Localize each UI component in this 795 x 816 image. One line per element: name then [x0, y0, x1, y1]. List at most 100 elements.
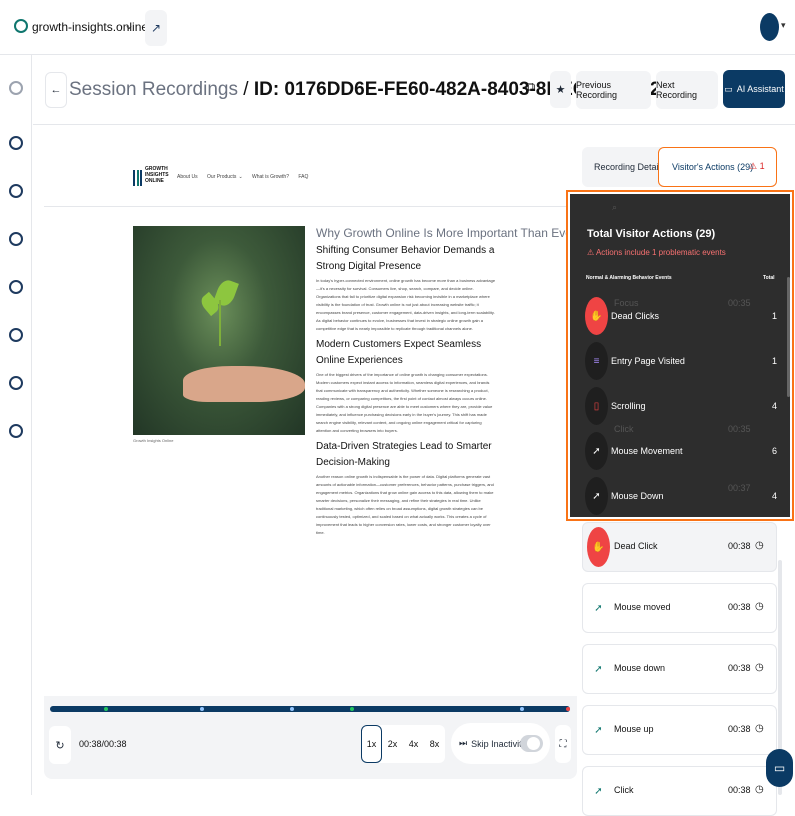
article-heading: Shifting Consumer Behavior Demands a Str… — [316, 245, 495, 272]
entry-page-icon: ≡ — [585, 342, 608, 380]
chevron-down-icon[interactable]: ⌄ — [124, 18, 134, 32]
timeline-event-marker[interactable] — [566, 707, 570, 711]
timeline-event-marker[interactable] — [200, 707, 204, 711]
summary-row: ➚ Mouse Down 4 — [585, 477, 785, 515]
timeline-event-marker[interactable] — [104, 707, 108, 711]
article-paragraph: One of the biggest drivers of the import… — [316, 372, 493, 433]
player-controls: ↻ 00:38/00:38 1x 2x 4x 8x ⏭ Skip Inactiv… — [44, 696, 577, 779]
open-external-button[interactable]: ↗ — [145, 10, 167, 46]
tab-visitors-actions[interactable]: Visitor's Actions (29) ⚠ 1 — [658, 147, 777, 187]
fullscreen-button[interactable]: ⛶ — [555, 725, 571, 763]
speed-1x[interactable]: 1x — [361, 725, 382, 763]
star-button[interactable]: ★ — [550, 71, 571, 108]
avatar[interactable] — [760, 13, 779, 41]
clock-icon[interactable]: ◷ — [755, 662, 764, 673]
list-item[interactable]: ✋ Dead Click 00:38 ◷ — [582, 522, 777, 572]
next-recording-button[interactable]: Next Recording — [656, 71, 718, 109]
action-time: 00:38 — [728, 663, 751, 673]
heatmap-icon[interactable] — [9, 232, 23, 246]
column-header-type: Normal & Alarming Behavior Events — [586, 275, 672, 281]
click-icon: ➚ — [594, 785, 603, 797]
mouse-down-icon: ➚ — [594, 663, 603, 675]
action-label: Click — [614, 785, 634, 795]
skip-inactivity-label: Skip Inactivity — [471, 738, 527, 749]
alert-icon: ⚠ — [587, 248, 596, 257]
article-kicker: Why Growth Online Is More Important Than… — [316, 226, 576, 240]
chevron-down-icon: ⌄ — [238, 174, 245, 180]
left-sidebar — [0, 55, 32, 795]
speed-selector: 1x 2x 4x 8x — [361, 725, 445, 763]
gear-icon[interactable] — [9, 424, 23, 438]
ai-assistant-label: AI Assistant — [736, 84, 784, 94]
site-nav-item: FAQ — [298, 174, 309, 180]
photo-caption: Growth Insights Online — [133, 438, 174, 443]
arrow-left-icon: ← — [50, 84, 62, 96]
playback-time: 00:38/00:38 — [79, 739, 127, 749]
dashboard-icon[interactable] — [9, 136, 23, 150]
summary-label: Mouse Down — [611, 491, 664, 501]
speed-4x[interactable]: 4x — [403, 725, 424, 763]
list-item[interactable]: ➚ Mouse moved 00:38 ◷ — [582, 583, 777, 633]
mouse-up-icon: ➚ — [594, 724, 603, 736]
speed-2x[interactable]: 2x — [382, 725, 403, 763]
action-label: Mouse down — [614, 663, 666, 673]
shield-icon[interactable] — [9, 376, 23, 390]
recording-viewer[interactable]: GROWTH INSIGHTS ONLINE About Us Our Prod… — [44, 140, 577, 697]
site-nav-item: About Us — [177, 174, 198, 180]
action-time: 00:38 — [728, 602, 751, 612]
popup-scrollbar[interactable] — [787, 277, 790, 397]
star-icon: ★ — [555, 84, 566, 96]
chat-widget-button[interactable]: ▭ — [766, 749, 793, 787]
top-bar: growth-insights.online ⌄ ↗ ▾ — [0, 0, 795, 55]
timeline-event-marker[interactable] — [350, 707, 354, 711]
list-item[interactable]: ➚ Mouse up 00:38 ◷ — [582, 705, 777, 755]
speed-8x[interactable]: 8x — [424, 725, 445, 763]
reports-icon[interactable] — [9, 328, 23, 342]
timeline-track[interactable] — [50, 706, 570, 712]
visitor-actions-popup: ⌕ Focus 00:35 Click 00:35 00:37 Total Vi… — [566, 190, 794, 521]
article-heading: Modern Customers Expect Seamless Online … — [316, 339, 482, 366]
hand — [183, 366, 305, 402]
action-label: Dead Click — [614, 541, 658, 551]
target-icon[interactable] — [9, 280, 23, 294]
timeline-event-marker[interactable] — [290, 707, 294, 711]
popup-warning-text: Actions include 1 problematic events — [595, 248, 726, 257]
avatar-chevron-icon[interactable]: ▾ — [781, 20, 786, 31]
summary-row: ≡ Entry Page Visited 1 — [585, 342, 785, 380]
skip-inactivity[interactable]: ⏭ Skip Inactivity — [451, 723, 550, 764]
tab-visitors-actions-label: Visitor's Actions (29) — [672, 162, 754, 172]
back-button[interactable]: ← — [45, 72, 67, 108]
summary-count: 4 — [772, 491, 778, 501]
copy-icon[interactable]: ⧉ — [526, 79, 535, 95]
skip-icon: ⏭ — [459, 738, 468, 748]
chat-icon: ▭ — [724, 83, 733, 94]
list-item[interactable]: ➚ Mouse down 00:38 ◷ — [582, 644, 777, 694]
scroll-icon: ▯ — [585, 387, 608, 425]
ai-assistant-button[interactable]: ▭ AI Assistant — [723, 70, 785, 108]
summary-label: Dead Clicks — [611, 311, 660, 321]
action-time: 00:38 — [728, 785, 751, 795]
action-label: Mouse moved — [614, 602, 671, 612]
action-time: 00:38 — [728, 541, 751, 551]
replay-button[interactable]: ↻ — [49, 726, 71, 764]
breadcrumb[interactable]: Session Recordings — [69, 79, 238, 100]
timeline-event-marker[interactable] — [520, 707, 524, 711]
list-item[interactable]: ➚ Click 00:38 ◷ — [582, 766, 777, 816]
insights-icon[interactable] — [9, 184, 23, 198]
tab-recording-details[interactable]: Recording Details — [594, 147, 665, 187]
clock-icon[interactable]: ◷ — [755, 784, 764, 795]
column-header-total: Total — [763, 275, 775, 281]
clock-icon[interactable]: ◷ — [755, 723, 764, 734]
skip-inactivity-toggle[interactable] — [520, 735, 543, 752]
breadcrumb-separator: / — [237, 79, 254, 100]
visitor-actions-summary: ⌕ Focus 00:35 Click 00:35 00:37 Total Vi… — [570, 194, 790, 517]
previous-recording-button[interactable]: Previous Recording — [576, 71, 651, 109]
external-link-icon: ↗ — [150, 21, 162, 35]
chat-icon: ▭ — [773, 761, 786, 775]
mouse-move-icon: ➚ — [585, 432, 608, 470]
collapse-icon[interactable] — [9, 81, 23, 95]
mouse-move-icon: ➚ — [594, 602, 603, 614]
clock-icon[interactable]: ◷ — [755, 540, 764, 551]
clock-icon[interactable]: ◷ — [755, 601, 764, 612]
mouse-down-icon: ➚ — [585, 477, 608, 515]
